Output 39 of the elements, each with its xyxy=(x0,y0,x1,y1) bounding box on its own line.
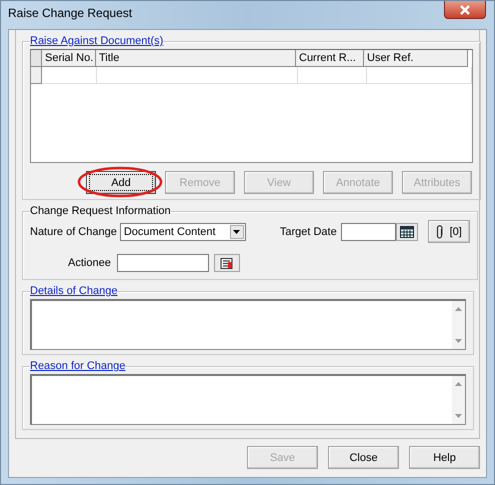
dropdown-arrow-icon xyxy=(233,230,240,234)
group-legend-link[interactable]: Details of Change xyxy=(30,285,118,297)
scrollbar[interactable] xyxy=(452,376,465,424)
column-header[interactable]: Title xyxy=(96,50,296,67)
dialog-button[interactable]: Help xyxy=(409,446,480,469)
close-icon xyxy=(459,4,471,14)
address-book-button[interactable] xyxy=(214,254,240,272)
address-book-icon xyxy=(220,258,234,268)
group-legend: Change Request Information xyxy=(30,205,171,217)
group-legend-link[interactable]: Raise Against Document(s) xyxy=(30,35,164,47)
group-legend-link[interactable]: Reason for Change xyxy=(30,360,126,372)
calendar-button[interactable] xyxy=(396,222,418,240)
table-cell xyxy=(298,67,367,84)
action-button[interactable]: Add xyxy=(86,171,156,194)
header-corner xyxy=(31,50,42,67)
scroll-up-icon xyxy=(455,307,462,311)
column-header[interactable]: User Ref. xyxy=(364,50,468,67)
column-header[interactable]: Serial No. xyxy=(42,50,96,67)
scroll-down-icon xyxy=(455,414,462,418)
table-cell xyxy=(42,67,97,84)
calendar-icon xyxy=(400,226,414,238)
window-title: Raise Change Request xyxy=(8,6,132,20)
scroll-down-icon xyxy=(455,339,462,343)
scroll-up-icon xyxy=(455,382,462,386)
attachments-button[interactable]: [0] xyxy=(428,220,470,243)
nature-dropdown[interactable]: Document Content xyxy=(120,222,246,240)
dialog-button[interactable]: Close xyxy=(328,446,399,469)
actionee-field[interactable] xyxy=(116,254,209,272)
scrollbar[interactable] xyxy=(452,301,465,349)
details-text-area[interactable] xyxy=(30,299,466,350)
field-label: Actionee xyxy=(68,257,111,269)
reason-text-area[interactable] xyxy=(30,374,466,425)
field-label: Target Date xyxy=(280,226,337,238)
paperclip-icon xyxy=(436,224,444,238)
field-label: Nature of Change xyxy=(30,226,117,238)
date-field[interactable] xyxy=(340,222,396,240)
close-button[interactable] xyxy=(444,1,486,19)
column-header[interactable]: Current R... xyxy=(296,50,364,67)
row-selector[interactable] xyxy=(31,67,42,84)
